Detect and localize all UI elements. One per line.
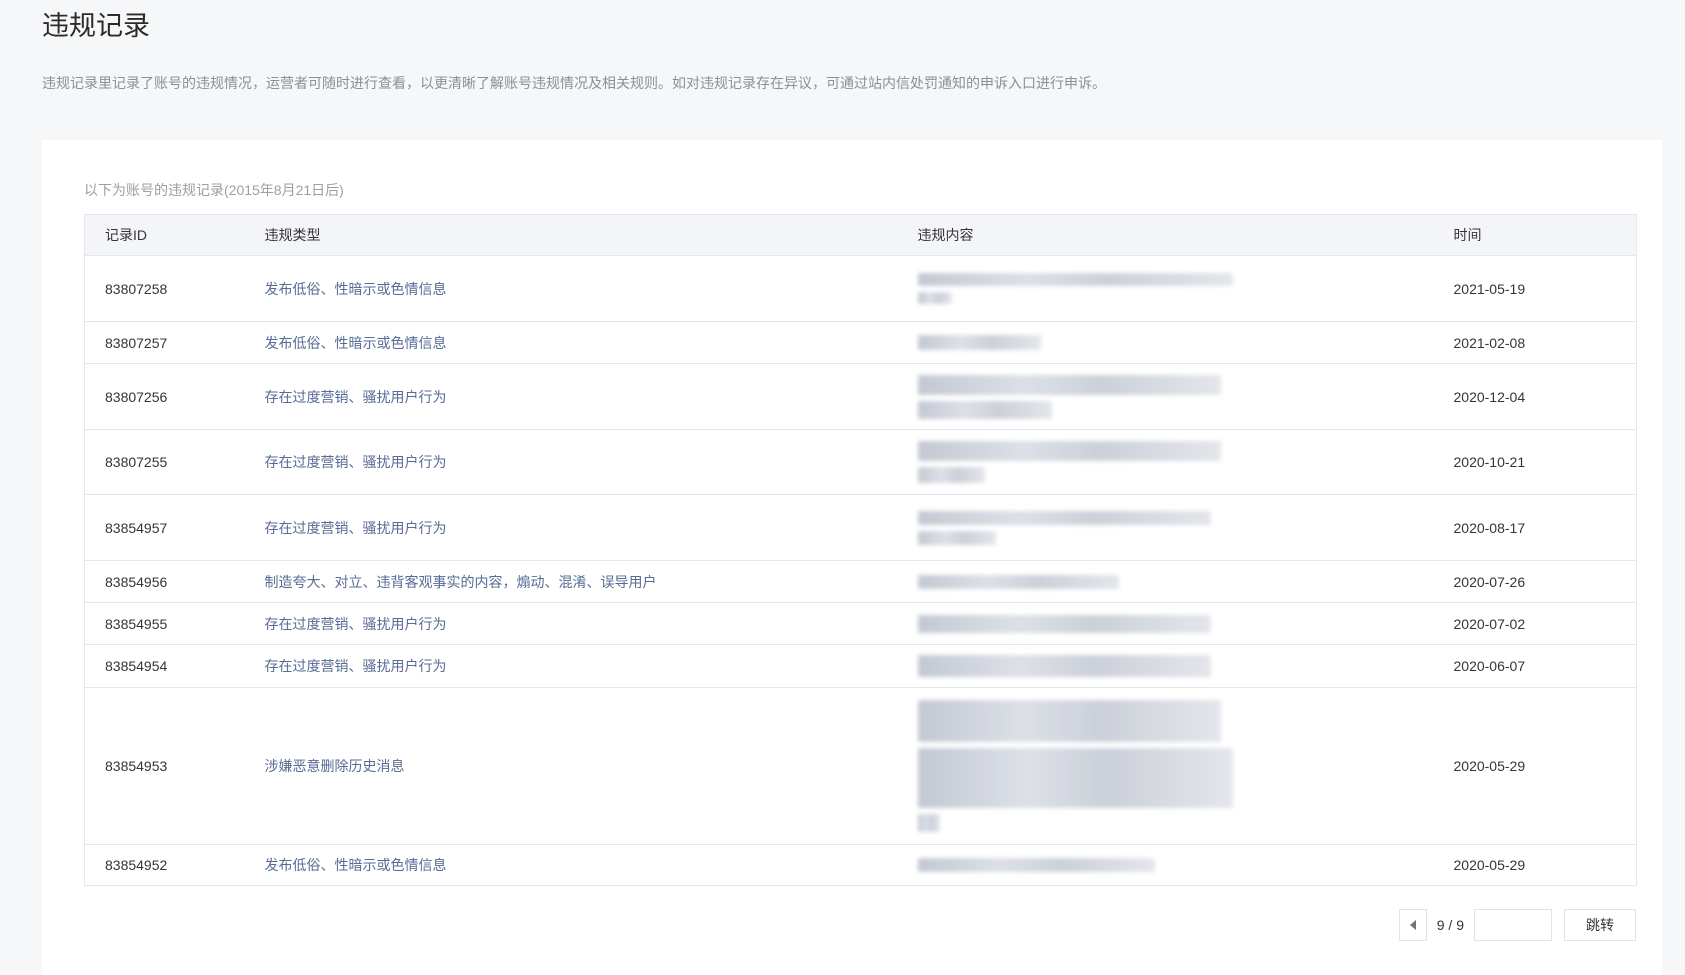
violation-type-link[interactable]: 涉嫌恶意删除历史消息: [244, 687, 898, 845]
record-id: 83854957: [84, 494, 245, 561]
redaction-block: [917, 574, 1119, 589]
violation-content-redacted: [897, 429, 1434, 495]
jump-button[interactable]: 跳转: [1564, 909, 1636, 941]
redaction-block: [917, 292, 952, 304]
table-header-row: 记录ID 违规类型 违规内容 时间: [84, 214, 1637, 256]
violation-content-redacted: [897, 363, 1434, 430]
violation-content-redacted: [897, 644, 1434, 688]
table-row: 83854955 存在过度营销、骚扰用户行为 2020-07-02: [84, 602, 1637, 645]
violation-type-link[interactable]: 存在过度营销、骚扰用户行为: [244, 363, 898, 430]
header-time: 时间: [1433, 214, 1637, 256]
violation-type-link[interactable]: 发布低俗、性暗示或色情信息: [244, 844, 898, 886]
record-id: 83807258: [84, 255, 245, 322]
violation-content-redacted: [897, 602, 1434, 645]
pagination: 9 / 9 跳转: [1398, 908, 1636, 942]
header-record-id: 记录ID: [84, 214, 245, 256]
redaction-block: [917, 814, 940, 832]
record-id: 83854952: [84, 844, 245, 886]
violation-type-link[interactable]: 发布低俗、性暗示或色情信息: [244, 255, 898, 322]
caret-left-icon: [1409, 920, 1416, 930]
violation-type-link[interactable]: 发布低俗、性暗示或色情信息: [244, 321, 898, 364]
record-time: 2020-07-26: [1433, 560, 1637, 603]
redaction-block: [917, 655, 1211, 677]
record-time: 2020-12-04: [1433, 363, 1637, 430]
page-title: 违规记录: [42, 11, 150, 41]
redaction-block: [917, 614, 1211, 633]
page-jump-input[interactable]: [1474, 909, 1552, 941]
record-time: 2020-05-29: [1433, 687, 1637, 845]
table-row: 83854953 涉嫌恶意删除历史消息 2020-05-29: [84, 687, 1637, 845]
redaction-block: [917, 441, 1221, 461]
prev-page-button[interactable]: [1398, 909, 1427, 941]
violation-type-link[interactable]: 存在过度营销、骚扰用户行为: [244, 429, 898, 495]
record-time: 2020-07-02: [1433, 602, 1637, 645]
redaction-block: [917, 748, 1233, 808]
table-row: 83807255 存在过度营销、骚扰用户行为 2020-10-21: [84, 429, 1637, 495]
redaction-block: [917, 510, 1211, 525]
redaction-block: [917, 374, 1221, 395]
header-violation-type: 违规类型: [244, 214, 898, 256]
redaction-block: [917, 335, 1041, 350]
record-time: 2021-02-08: [1433, 321, 1637, 364]
redaction-block: [917, 858, 1155, 872]
violation-content-redacted: [897, 560, 1434, 603]
violation-type-link[interactable]: 存在过度营销、骚扰用户行为: [244, 602, 898, 645]
table-row: 83807257 发布低俗、性暗示或色情信息 2021-02-08: [84, 321, 1637, 364]
violation-type-link[interactable]: 制造夸大、对立、违背客观事实的内容，煽动、混淆、误导用户: [244, 560, 898, 603]
record-time: 2020-10-21: [1433, 429, 1637, 495]
redaction-block: [917, 467, 985, 483]
violation-content-redacted: [897, 844, 1434, 886]
page-description: 违规记录里记录了账号的违规情况，运营者可随时进行查看，以更清晰了解账号违规情况及…: [42, 75, 1106, 91]
record-id: 83807255: [84, 429, 245, 495]
violation-type-link[interactable]: 存在过度营销、骚扰用户行为: [244, 644, 898, 688]
redaction-block: [917, 273, 1233, 286]
redaction-block: [917, 400, 1052, 419]
redaction-block: [917, 700, 1221, 742]
violation-content-redacted: [897, 255, 1434, 322]
record-id: 83807257: [84, 321, 245, 364]
violation-content-redacted: [897, 687, 1434, 845]
violation-content-redacted: [897, 494, 1434, 561]
violation-type-link[interactable]: 存在过度营销、骚扰用户行为: [244, 494, 898, 561]
record-time: 2020-05-29: [1433, 844, 1637, 886]
record-id: 83854953: [84, 687, 245, 845]
record-time: 2020-08-17: [1433, 494, 1637, 561]
table-caption: 以下为账号的违规记录(2015年8月21日后): [84, 182, 344, 198]
table-row: 83854954 存在过度营销、骚扰用户行为 2020-06-07: [84, 644, 1637, 688]
page-indicator: 9 / 9: [1436, 917, 1464, 933]
record-time: 2020-06-07: [1433, 644, 1637, 688]
table-row: 83854952 发布低俗、性暗示或色情信息 2020-05-29: [84, 844, 1637, 886]
violation-content-redacted: [897, 321, 1434, 364]
table-row: 83854956 制造夸大、对立、违背客观事实的内容，煽动、混淆、误导用户 20…: [84, 560, 1637, 603]
records-card: 以下为账号的违规记录(2015年8月21日后) 记录ID 违规类型 违规内容 时…: [42, 140, 1662, 975]
table-row: 83854957 存在过度营销、骚扰用户行为 2020-08-17: [84, 494, 1637, 561]
redaction-block: [917, 530, 996, 545]
record-id: 83807256: [84, 363, 245, 430]
record-id: 83854954: [84, 644, 245, 688]
violation-table: 记录ID 违规类型 违规内容 时间 83807258 发布低俗、性暗示或色情信息…: [84, 214, 1637, 886]
header-violation-content: 违规内容: [897, 214, 1434, 256]
table-row: 83807256 存在过度营销、骚扰用户行为 2020-12-04: [84, 363, 1637, 430]
record-time: 2021-05-19: [1433, 255, 1637, 322]
table-row: 83807258 发布低俗、性暗示或色情信息 2021-05-19: [84, 255, 1637, 322]
record-id: 83854956: [84, 560, 245, 603]
record-id: 83854955: [84, 602, 245, 645]
